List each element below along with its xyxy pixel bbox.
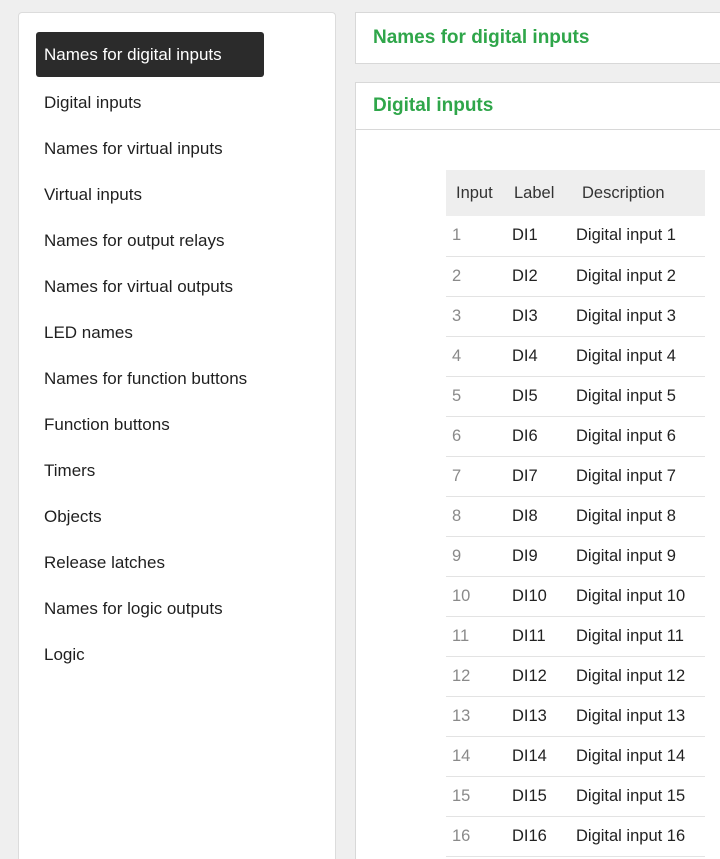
label-cell[interactable]: DI7 [504, 456, 572, 497]
table-row[interactable]: 6 DI6 Digital input 6 [446, 416, 706, 457]
table-row[interactable]: 11 DI11 Digital input 11 [446, 616, 706, 657]
sidebar-item-release-latches[interactable]: Release latches [36, 540, 306, 585]
sidebar-item-objects[interactable]: Objects [36, 494, 306, 539]
table-row[interactable]: 14 DI14 Digital input 14 [446, 736, 706, 777]
sidebar-item-virtual-inputs[interactable]: Virtual inputs [36, 172, 306, 217]
description-cell[interactable]: Digital input 11 [572, 616, 706, 657]
label-cell[interactable]: DI5 [504, 376, 572, 417]
sidebar-item-names-for-virtual-inputs[interactable]: Names for virtual inputs [36, 126, 306, 171]
table-row[interactable]: 4 DI4 Digital input 4 [446, 336, 706, 377]
input-number-cell: 10 [446, 576, 504, 617]
sidebar-item-function-buttons[interactable]: Function buttons [36, 402, 306, 447]
digital-inputs-table: Input Label Description 1 DI1 Digital inpu… [446, 170, 706, 857]
label-cell[interactable]: DI9 [504, 536, 572, 577]
input-number-cell: 14 [446, 736, 504, 777]
description-cell[interactable]: Digital input 10 [572, 576, 706, 617]
table-row[interactable]: 7 DI7 Digital input 7 [446, 456, 706, 497]
label-cell[interactable]: DI3 [504, 296, 572, 337]
table-row[interactable]: 8 DI8 Digital input 8 [446, 496, 706, 537]
label-cell[interactable]: DI15 [504, 776, 572, 817]
input-number-cell: 5 [446, 376, 504, 417]
sidebar-item-digital-inputs[interactable]: Digital inputs [36, 80, 306, 125]
description-cell[interactable]: Digital input 4 [572, 336, 706, 377]
description-cell[interactable]: Digital input 9 [572, 536, 706, 577]
table-row[interactable]: 16 DI16 Digital input 16 [446, 816, 706, 857]
description-cell[interactable]: Digital input 3 [572, 296, 706, 337]
table-row[interactable]: 15 DI15 Digital input 15 [446, 776, 706, 817]
section-title: Digital inputs [355, 82, 720, 130]
label-cell[interactable]: DI2 [504, 256, 572, 297]
sidebar-item-timers[interactable]: Timers [36, 448, 306, 493]
table-row[interactable]: 2 DI2 Digital input 2 [446, 256, 706, 297]
label-cell[interactable]: DI16 [504, 816, 572, 857]
sidebar: Names for digital inputs Digital inputs … [18, 12, 336, 859]
description-cell[interactable]: Digital input 5 [572, 376, 706, 417]
description-cell[interactable]: Digital input 13 [572, 696, 706, 737]
label-cell[interactable]: DI11 [504, 616, 572, 657]
description-cell[interactable]: Digital input 16 [572, 816, 706, 857]
description-cell[interactable]: Digital input 2 [572, 256, 706, 297]
description-cell[interactable]: Digital input 6 [572, 416, 706, 457]
input-number-cell: 13 [446, 696, 504, 737]
table-row[interactable]: 12 DI12 Digital input 12 [446, 656, 706, 697]
description-cell[interactable]: Digital input 1 [572, 216, 706, 257]
column-header-input: Input [446, 170, 504, 216]
sidebar-item-logic[interactable]: Logic [36, 632, 306, 677]
input-number-cell: 4 [446, 336, 504, 377]
table-row[interactable]: 1 DI1 Digital input 1 [446, 216, 706, 257]
label-cell[interactable]: DI10 [504, 576, 572, 617]
sidebar-item-names-for-virtual-outputs[interactable]: Names for virtual outputs [36, 264, 306, 309]
table-row[interactable]: 9 DI9 Digital input 9 [446, 536, 706, 577]
sidebar-item-names-for-output-relays[interactable]: Names for output relays [36, 218, 306, 263]
input-number-cell: 6 [446, 416, 504, 457]
label-cell[interactable]: DI1 [504, 216, 572, 257]
input-number-cell: 16 [446, 816, 504, 857]
input-number-cell: 3 [446, 296, 504, 337]
label-cell[interactable]: DI6 [504, 416, 572, 457]
input-number-cell: 1 [446, 216, 504, 257]
table-row[interactable]: 13 DI13 Digital input 13 [446, 696, 706, 737]
input-number-cell: 8 [446, 496, 504, 537]
table-row[interactable]: 10 DI10 Digital input 10 [446, 576, 706, 617]
main-panel: Names for digital inputs Digital inputs … [355, 12, 720, 859]
table-row[interactable]: 3 DI3 Digital input 3 [446, 296, 706, 337]
input-number-cell: 2 [446, 256, 504, 297]
table-header-row: Input Label Description [446, 170, 706, 216]
description-cell[interactable]: Digital input 12 [572, 656, 706, 697]
input-number-cell: 11 [446, 616, 504, 657]
sidebar-item-names-for-digital-inputs[interactable]: Names for digital inputs [36, 32, 264, 77]
sidebar-nav: Names for digital inputs Digital inputs … [19, 13, 335, 677]
input-number-cell: 9 [446, 536, 504, 577]
column-header-label: Label [504, 170, 572, 216]
label-cell[interactable]: DI8 [504, 496, 572, 537]
input-number-cell: 12 [446, 656, 504, 697]
input-number-cell: 15 [446, 776, 504, 817]
column-header-description: Description [572, 170, 706, 216]
description-cell[interactable]: Digital input 15 [572, 776, 706, 817]
table-row[interactable]: 5 DI5 Digital input 5 [446, 376, 706, 417]
table-body: 1 DI1 Digital input 1 2 DI2 Digital input 23D… [446, 216, 706, 857]
label-cell[interactable]: DI13 [504, 696, 572, 737]
sidebar-item-names-for-function-buttons[interactable]: Names for function buttons [36, 356, 306, 401]
label-cell[interactable]: DI4 [504, 336, 572, 377]
app-window: Names for digital inputs Digital inputs … [0, 0, 720, 859]
description-cell[interactable]: Digital input 8 [572, 496, 706, 537]
description-cell[interactable]: Digital input 7 [572, 456, 706, 497]
sidebar-item-names-for-logic-outputs[interactable]: Names for logic outputs [36, 586, 306, 631]
page-title: Names for digital inputs [355, 12, 720, 64]
label-cell[interactable]: DI14 [504, 736, 572, 777]
label-cell[interactable]: DI12 [504, 656, 572, 697]
content-panel: Input Label Description 1 DI1 Digital inpu… [355, 130, 720, 859]
sidebar-item-led-names[interactable]: LED names [36, 310, 306, 355]
description-cell[interactable]: Digital input 14 [572, 736, 706, 777]
input-number-cell: 7 [446, 456, 504, 497]
